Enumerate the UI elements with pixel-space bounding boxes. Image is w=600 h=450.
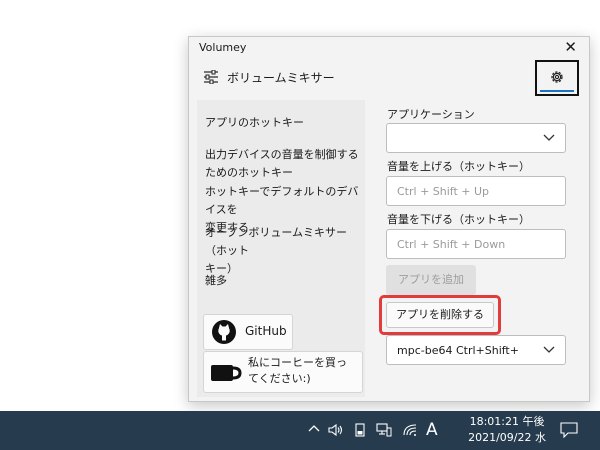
volume-down-hotkey-input[interactable]: Ctrl + Shift + Down xyxy=(386,229,566,259)
notification-icon[interactable] xyxy=(560,422,578,438)
chevron-down-icon xyxy=(543,346,555,353)
buy-coffee-button[interactable]: 私にコーヒーを買ってください:) xyxy=(203,351,363,393)
github-icon xyxy=(212,320,236,344)
network-icon[interactable] xyxy=(376,423,392,437)
clock-time: 18:01:21 午後 xyxy=(469,415,545,428)
coffee-label: 私にコーヒーを買ってください:) xyxy=(248,356,347,385)
app-hotkey-list-dropdown[interactable]: mpc-be64 Ctrl+Shift+ xyxy=(386,335,566,365)
window-title: Volumey xyxy=(199,41,247,54)
add-app-button[interactable]: アプリを追加 xyxy=(386,265,476,295)
coffee-cup-icon xyxy=(211,365,242,381)
application-dropdown[interactable] xyxy=(386,123,566,153)
close-button[interactable]: ✕ xyxy=(564,38,577,56)
github-label: GitHub xyxy=(245,324,287,338)
chevron-down-icon xyxy=(543,134,555,141)
page-title: ボリュームミキサー xyxy=(227,70,335,85)
taskbar-clock[interactable]: 18:01:21 午後 2021/09/22 水 xyxy=(468,414,546,446)
wifi-icon[interactable] xyxy=(402,423,418,437)
github-button[interactable]: GitHub xyxy=(203,314,293,350)
nav-item-misc[interactable]: 雑多 xyxy=(205,272,227,290)
selected-indicator xyxy=(540,90,574,92)
ime-indicator[interactable]: A xyxy=(426,420,438,440)
settings-button[interactable] xyxy=(535,60,579,96)
gear-icon xyxy=(551,71,563,83)
volume-up-placeholder: Ctrl + Shift + Up xyxy=(397,185,490,198)
title-bar: Volumey ✕ xyxy=(189,37,589,57)
remove-app-button[interactable]: アプリを削除する xyxy=(386,302,494,328)
app-hotkey-list-value: mpc-be64 Ctrl+Shift+ xyxy=(397,344,519,357)
nav-item-device-volume-hotkeys[interactable]: 出力デバイスの音量を制御する ためのホットキー xyxy=(205,146,359,182)
taskbar: A 18:01:21 午後 2021/09/22 水 xyxy=(0,411,600,450)
volume-down-placeholder: Ctrl + Shift + Down xyxy=(397,238,506,251)
mixer-header: ボリュームミキサー xyxy=(203,67,335,87)
nav-item-open-mixer-hotkey[interactable]: オープンボリュームミキサー（ホット キー） xyxy=(205,224,365,278)
volume-down-label: 音量を下げる（ホットキー） xyxy=(387,213,530,226)
chevron-up-icon[interactable] xyxy=(308,423,320,435)
highlight-box: アプリを削除する xyxy=(379,295,501,335)
nav-section-app-hotkeys[interactable]: アプリのホットキー xyxy=(205,114,304,132)
application-label: アプリケーション xyxy=(387,108,475,121)
settings-nav-panel: アプリのホットキー 出力デバイスの音量を制御する ためのホットキー ホットキーで… xyxy=(197,100,365,397)
volumey-window: Volumey ✕ ボリュームミキサー アプリのホットキー 出力デバイスの音量を… xyxy=(188,36,590,402)
volume-up-hotkey-input[interactable]: Ctrl + Shift + Up xyxy=(386,176,566,206)
sliders-icon xyxy=(204,70,218,84)
battery-icon[interactable] xyxy=(354,423,366,437)
clock-date: 2021/09/22 水 xyxy=(468,431,546,444)
volume-up-label: 音量を上げる（ホットキー） xyxy=(387,160,530,173)
speaker-icon[interactable] xyxy=(328,423,344,437)
